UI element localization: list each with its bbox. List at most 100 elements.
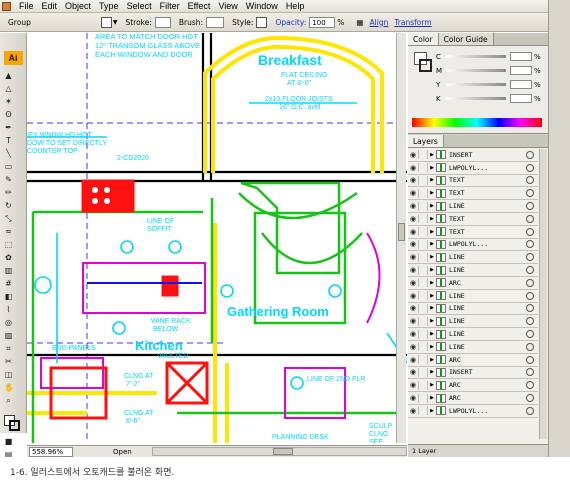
lock-toggle[interactable] (418, 278, 428, 288)
menu-window[interactable]: Window (242, 1, 282, 11)
expand-triangle-icon[interactable]: ▶ (428, 344, 436, 350)
eye-icon[interactable]: ◉ (408, 151, 418, 159)
black-field[interactable] (510, 94, 532, 103)
expand-triangle-icon[interactable]: ▶ (428, 254, 436, 260)
menu-file[interactable]: File (15, 1, 38, 11)
expand-triangle-icon[interactable]: ▶ (428, 190, 436, 196)
layer-row[interactable]: ◉ ▶ TEXT (408, 175, 538, 188)
layer-row[interactable]: ◉ ▶ ARC (408, 354, 538, 367)
expand-triangle-icon[interactable]: ▶ (428, 152, 436, 158)
layer-row[interactable]: ◉ ▶ INSERT (408, 367, 538, 380)
layer-row[interactable]: ◉ ▶ LINE (408, 251, 538, 265)
eye-icon[interactable]: ◉ (408, 292, 418, 300)
expand-triangle-icon[interactable]: ▶ (428, 357, 436, 363)
target-circle-icon[interactable] (526, 278, 534, 287)
target-circle-icon[interactable] (526, 253, 534, 262)
eye-icon[interactable]: ◉ (408, 304, 418, 312)
target-circle-icon[interactable] (526, 189, 534, 198)
menu-select[interactable]: Select (123, 1, 156, 11)
expand-triangle-icon[interactable]: ▶ (428, 165, 436, 171)
layer-row[interactable]: ◉ ▶ LINE (408, 328, 538, 341)
lock-toggle[interactable] (418, 239, 428, 249)
menu-type[interactable]: Type (95, 1, 123, 11)
tab-color-guide[interactable]: Color Guide (438, 33, 494, 45)
expand-triangle-icon[interactable]: ▶ (428, 293, 436, 299)
stroke-color-box[interactable] (419, 59, 432, 72)
eye-icon[interactable]: ◉ (408, 266, 418, 274)
expand-triangle-icon[interactable]: ▶ (428, 318, 436, 324)
lock-toggle[interactable] (418, 175, 428, 185)
yellow-field[interactable] (510, 80, 532, 89)
eye-icon[interactable]: ◉ (408, 202, 418, 210)
menu-object[interactable]: Object (61, 1, 95, 11)
eye-icon[interactable]: ◉ (408, 381, 418, 389)
zoom-tool-icon[interactable]: ⌕ (4, 396, 13, 405)
magic-wand-tool-icon[interactable]: ✶ (4, 97, 13, 106)
layer-row[interactable]: ◉ ▶ ARC (408, 392, 538, 405)
layer-row[interactable]: ◉ ▶ LINE (408, 200, 538, 213)
artboard-canvas[interactable]: AREA TO MATCH DOOR HGT 12" TRANSOM GLASS… (27, 33, 407, 443)
paintbrush-tool-icon[interactable]: ✎ (4, 175, 13, 184)
layer-row[interactable]: ◉ ▶ TEXT (408, 226, 538, 239)
lasso-tool-icon[interactable]: ʘ (4, 110, 13, 119)
transform-link[interactable]: Transform (394, 18, 431, 27)
canvas-vertical-scrollbar[interactable] (396, 33, 406, 443)
target-circle-icon[interactable] (526, 406, 534, 415)
eye-icon[interactable]: ◉ (408, 240, 418, 248)
scale-tool-icon[interactable]: ⤡ (4, 214, 13, 223)
layer-row[interactable]: ◉ ▶ LINE (408, 315, 538, 329)
target-circle-icon[interactable] (526, 394, 534, 403)
menu-help[interactable]: Help (282, 1, 309, 11)
expand-triangle-icon[interactable]: ▶ (428, 395, 436, 401)
scroll-thumb[interactable] (398, 223, 405, 241)
layer-row[interactable]: ◉ ▶ TEXT (408, 213, 538, 226)
eye-icon[interactable]: ◉ (408, 228, 418, 236)
line-tool-icon[interactable]: ╲ (4, 149, 13, 158)
tab-color[interactable]: Color (408, 33, 439, 45)
lock-toggle[interactable] (418, 406, 428, 416)
layer-row[interactable]: ◉ ▶ LWPOLYL... (408, 239, 538, 252)
lock-toggle[interactable] (418, 380, 428, 390)
menu-filter[interactable]: Filter (156, 1, 184, 11)
lock-toggle[interactable] (418, 252, 428, 262)
slice-tool-icon[interactable]: ✂ (4, 357, 13, 366)
layer-row[interactable]: ◉ ▶ LINE (408, 303, 538, 316)
expand-triangle-icon[interactable]: ▶ (428, 203, 436, 209)
expand-triangle-icon[interactable]: ▶ (428, 229, 436, 235)
symbol-sprayer-icon[interactable]: ✿ (4, 253, 13, 262)
direct-selection-tool-icon[interactable]: △ (4, 84, 13, 93)
lock-toggle[interactable] (418, 329, 428, 339)
eraser-tool-icon[interactable]: ◫ (4, 370, 13, 379)
menu-view[interactable]: View (214, 1, 241, 11)
lock-toggle[interactable] (418, 188, 428, 198)
color-mode-icon[interactable]: ■ (4, 437, 13, 446)
layer-row[interactable]: ◉ ▶ LINE (408, 264, 538, 277)
lock-toggle[interactable] (418, 227, 428, 237)
layers-scrollbar[interactable] (539, 149, 547, 439)
expand-triangle-icon[interactable]: ▶ (428, 177, 436, 183)
lock-toggle[interactable] (418, 291, 428, 301)
tab-layers[interactable]: Layers (408, 135, 444, 147)
zoom-field[interactable]: 558.96% (29, 446, 73, 457)
pencil-tool-icon[interactable]: ✏ (4, 188, 13, 197)
target-circle-icon[interactable] (526, 381, 534, 390)
warp-tool-icon[interactable]: ≈ (4, 227, 13, 236)
target-circle-icon[interactable] (526, 304, 534, 313)
lock-toggle[interactable] (418, 393, 428, 403)
yellow-slider[interactable] (446, 83, 506, 86)
hscroll-thumb[interactable] (272, 448, 293, 455)
magenta-field[interactable] (510, 66, 532, 75)
fill-stroke-swatches[interactable] (0, 413, 26, 435)
stroke-weight-field[interactable] (154, 16, 171, 28)
eye-icon[interactable]: ◉ (408, 215, 418, 223)
layer-row[interactable]: ◉ ▶ LWPOLYL... (408, 162, 538, 175)
target-circle-icon[interactable] (526, 163, 534, 172)
lock-toggle[interactable] (418, 150, 428, 160)
rotate-tool-icon[interactable]: ↻ (4, 201, 13, 210)
app-icon[interactable] (2, 1, 11, 11)
type-tool-icon[interactable]: T (4, 136, 13, 145)
lock-toggle[interactable] (418, 367, 428, 377)
align-icon[interactable]: ▦ (356, 18, 363, 27)
blend-tool-icon[interactable]: ◎ (4, 318, 13, 327)
eye-icon[interactable]: ◉ (408, 394, 418, 402)
